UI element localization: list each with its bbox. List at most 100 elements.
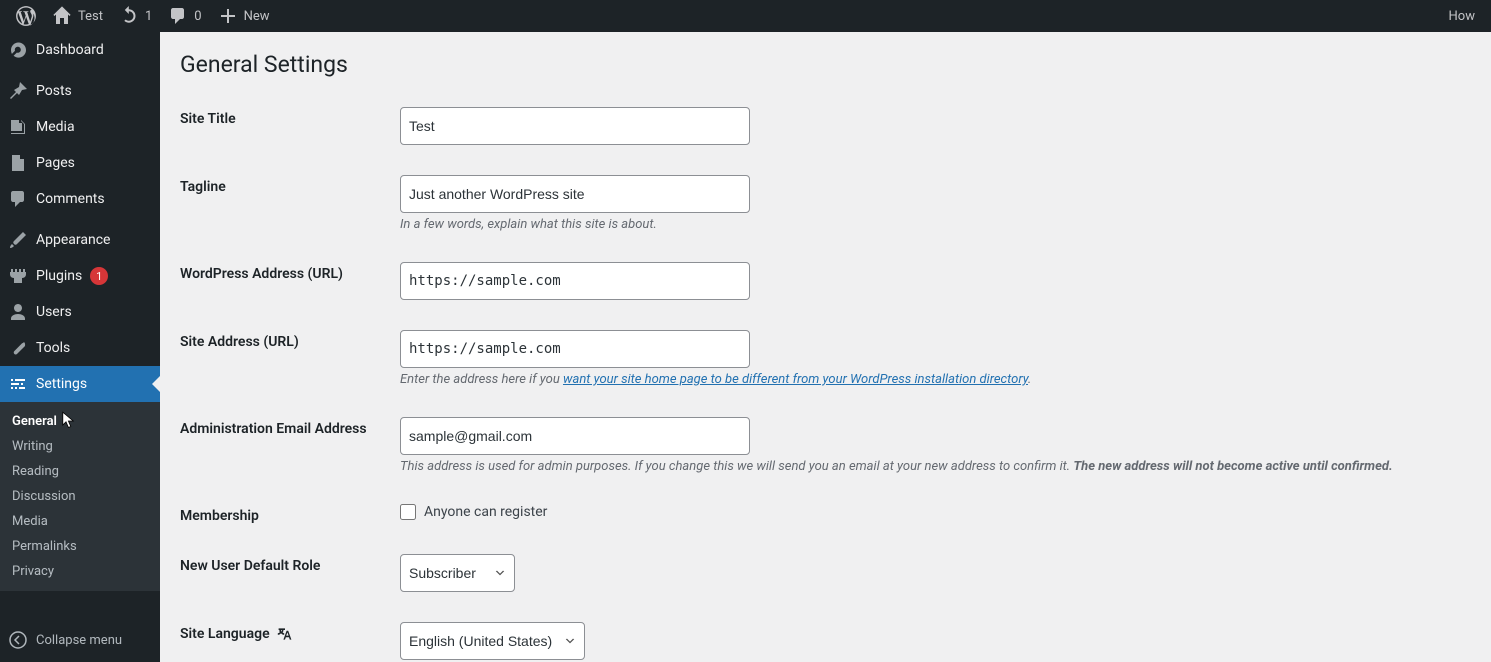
label-default-role: New User Default Role <box>180 554 400 592</box>
row-tagline: Tagline In a few words, explain what thi… <box>180 160 1471 247</box>
sidebar-item-label: Tools <box>36 340 70 356</box>
submenu-media[interactable]: Media <box>0 509 160 534</box>
input-tagline[interactable] <box>400 175 750 213</box>
sidebar-item-label: Users <box>36 304 72 320</box>
sidebar-item-users[interactable]: Users <box>0 294 160 330</box>
input-site-title[interactable] <box>400 107 750 145</box>
submenu-item-label: Privacy <box>12 564 54 579</box>
submenu-item-label: Reading <box>12 464 59 479</box>
sidebar-item-label: Posts <box>36 83 72 99</box>
admin-sidebar: Dashboard Posts Media Pages Comments App… <box>0 32 160 662</box>
sidebar-item-dashboard[interactable]: Dashboard <box>0 32 160 68</box>
admin-bar: Test 1 0 New How <box>0 0 1491 32</box>
sidebar-item-label: Plugins <box>36 268 82 284</box>
comment-icon <box>8 189 28 209</box>
submenu-item-label: Writing <box>12 439 53 454</box>
site-name-label: Test <box>78 9 103 24</box>
settings-submenu: General Writing Reading Discussion Media… <box>0 402 160 591</box>
settings-form: Site Title Tagline In a few words, expla… <box>180 92 1471 662</box>
translate-icon <box>277 626 293 642</box>
submenu-discussion[interactable]: Discussion <box>0 484 160 509</box>
sidebar-item-appearance[interactable]: Appearance <box>0 222 160 258</box>
sidebar-item-label: Comments <box>36 191 105 207</box>
plug-icon <box>8 266 28 286</box>
sidebar-item-tools[interactable]: Tools <box>0 330 160 366</box>
cursor-icon <box>62 411 78 431</box>
row-language: Site Language English (United States) <box>180 607 1471 662</box>
wp-logo[interactable] <box>8 0 44 32</box>
label-tagline: Tagline <box>180 175 400 232</box>
submenu-permalinks[interactable]: Permalinks <box>0 534 160 559</box>
submenu-reading[interactable]: Reading <box>0 459 160 484</box>
collapse-icon <box>8 630 28 650</box>
sidebar-item-label: Appearance <box>36 232 110 248</box>
comments-link[interactable]: 0 <box>160 0 209 32</box>
input-wp-url[interactable] <box>400 262 750 300</box>
submenu-privacy[interactable]: Privacy <box>0 559 160 584</box>
submenu-general[interactable]: General <box>0 409 160 434</box>
sidebar-item-pages[interactable]: Pages <box>0 145 160 181</box>
sidebar-item-label: Pages <box>36 155 75 171</box>
comment-icon <box>168 6 188 26</box>
hint-admin-email: This address is used for admin purposes.… <box>400 459 1471 474</box>
howdy-link[interactable]: How <box>1441 0 1483 32</box>
site-url-help-link[interactable]: want your site home page to be different… <box>563 372 1028 387</box>
updates-link[interactable]: 1 <box>111 0 160 32</box>
submenu-item-label: Permalinks <box>12 539 77 554</box>
input-site-url[interactable] <box>400 330 750 368</box>
home-icon <box>52 6 72 26</box>
label-admin-email: Administration Email Address <box>180 417 400 474</box>
update-icon <box>119 6 139 26</box>
row-wp-url: WordPress Address (URL) <box>180 247 1471 315</box>
main-content: General Settings Site Title Tagline In a… <box>160 32 1491 662</box>
updates-count: 1 <box>145 9 152 24</box>
label-language: Site Language <box>180 622 400 660</box>
howdy-label: How <box>1449 9 1475 24</box>
label-membership: Membership <box>180 504 400 524</box>
sidebar-item-settings[interactable]: Settings <box>0 366 160 402</box>
sidebar-item-label: Dashboard <box>36 42 104 58</box>
brush-icon <box>8 230 28 250</box>
comments-count: 0 <box>194 9 201 24</box>
select-language[interactable]: English (United States) <box>400 622 585 660</box>
row-site-url: Site Address (URL) Enter the address her… <box>180 315 1471 402</box>
media-icon <box>8 117 28 137</box>
sidebar-item-comments[interactable]: Comments <box>0 181 160 217</box>
hint-tagline: In a few words, explain what this site i… <box>400 217 1471 232</box>
hint-site-url: Enter the address here if you want your … <box>400 372 1471 387</box>
sidebar-item-label: Settings <box>36 376 87 392</box>
pin-icon <box>8 81 28 101</box>
label-wp-url: WordPress Address (URL) <box>180 262 400 300</box>
new-content-link[interactable]: New <box>210 0 278 32</box>
select-default-role[interactable]: Subscriber <box>400 554 515 592</box>
plus-icon <box>218 6 238 26</box>
checkbox-anyone-register[interactable] <box>400 504 416 520</box>
row-site-title: Site Title <box>180 92 1471 160</box>
wrench-icon <box>8 338 28 358</box>
sidebar-item-media[interactable]: Media <box>0 109 160 145</box>
submenu-writing[interactable]: Writing <box>0 434 160 459</box>
collapse-menu-button[interactable]: Collapse menu <box>0 622 160 662</box>
plugins-update-badge: 1 <box>90 267 108 285</box>
sidebar-item-label: Media <box>36 119 75 135</box>
submenu-item-label: General <box>12 414 57 429</box>
dashboard-icon <box>8 40 28 60</box>
row-membership: Membership Anyone can register <box>180 489 1471 539</box>
new-label: New <box>244 9 270 24</box>
page-title: General Settings <box>180 42 1471 92</box>
label-site-title: Site Title <box>180 107 400 145</box>
submenu-item-label: Discussion <box>12 489 76 504</box>
wordpress-icon <box>16 6 36 26</box>
sidebar-item-plugins[interactable]: Plugins 1 <box>0 258 160 294</box>
user-icon <box>8 302 28 322</box>
collapse-label: Collapse menu <box>36 633 122 648</box>
sliders-icon <box>8 374 28 394</box>
page-icon <box>8 153 28 173</box>
sidebar-item-posts[interactable]: Posts <box>0 73 160 109</box>
site-name-link[interactable]: Test <box>44 0 111 32</box>
submenu-item-label: Media <box>12 514 48 529</box>
row-admin-email: Administration Email Address This addres… <box>180 402 1471 489</box>
input-admin-email[interactable] <box>400 417 750 455</box>
membership-checkbox-label: Anyone can register <box>424 504 547 520</box>
membership-checkbox-wrap[interactable]: Anyone can register <box>400 504 1471 520</box>
